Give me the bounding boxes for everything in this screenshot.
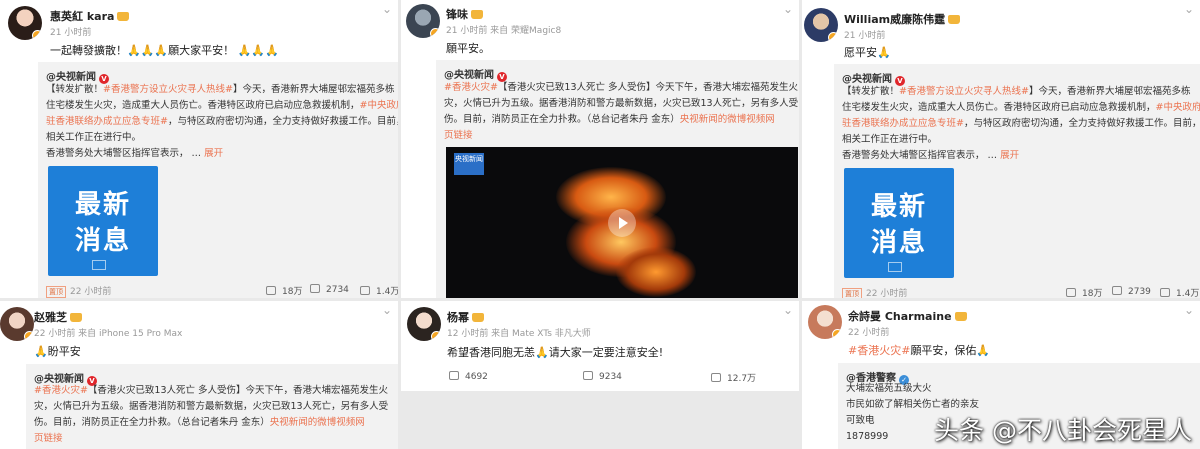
like-icon: [1160, 288, 1170, 297]
video-label: 央视新闻: [454, 153, 484, 175]
repost-time: 置顶 22 小时前: [842, 286, 907, 298]
comment-icon: [583, 371, 593, 380]
repost-box: @央视新闻 V #香港火灾#【香港火灾已致13人死亡 多人受伤】今天下午，香港大埔…: [436, 60, 799, 298]
post-time: 21 小时前 来自 荣耀Magic8: [446, 26, 562, 36]
crown-icon: [70, 313, 82, 322]
post-time: 22 小时前 来自 iPhone 15 Pro Max: [34, 329, 183, 339]
username[interactable]: 杨幂: [447, 309, 484, 325]
video-link[interactable]: 央视新闻的微博视频: [270, 417, 356, 428]
post-text: 一起轉發擴散！🙏🙏🙏願大家平安！ 🙏🙏🙏: [50, 44, 279, 57]
stat-repost[interactable]: 4692: [449, 371, 488, 382]
repost-box: @央视新闻 V 【转发扩散！#香港警方设立火灾寻人热线#】今天，香港新界大埔屋邨宏…: [834, 64, 1200, 298]
post-text: #香港火灾#願平安，保佑🙏: [848, 344, 991, 357]
crown-icon: [471, 10, 483, 19]
post-time: 22 小时前: [848, 328, 890, 338]
post-time: 21 小时前: [50, 28, 92, 38]
repost-text: 【转发扩散！#香港警方设立火灾寻人热线#】今天，香港新界大埔屋邨宏福苑多栋 住宅…: [842, 86, 1200, 161]
repost-time: 置顶 22 小时前: [46, 284, 111, 298]
post-text: 希望香港同胞无恙🙏请大家一定要注意安全!: [447, 346, 664, 359]
stat-like[interactable]: 1.4万: [360, 284, 398, 297]
post-card-4: 赵雅芝 22 小时前 来自 iPhone 15 Pro Max ⌄ 🙏盼平安 @…: [0, 301, 398, 449]
post-time: 21 小时前: [844, 31, 886, 41]
username[interactable]: William威廉陈伟霆: [844, 11, 961, 27]
hashtag-link[interactable]: #香港火灾#: [848, 344, 910, 357]
repost-box: @央视新闻 V 【转发扩散！#香港警方设立火灾寻人热线#】今天，香港新界大埔屋邨宏…: [38, 62, 398, 298]
post-text: 愿平安🙏: [844, 46, 891, 59]
share-icon: [266, 286, 276, 295]
crown-icon: [954, 312, 967, 321]
post-card-1: 惠英紅 kara 21 小时前 ⌄ 一起轉發擴散！🙏🙏🙏願大家平安！ 🙏🙏🙏 @…: [0, 0, 398, 298]
news-thumbnail[interactable]: 最新 消息: [844, 168, 954, 278]
chevron-down-icon[interactable]: ⌄: [1184, 2, 1194, 16]
stat-like[interactable]: 12.7万: [711, 371, 756, 384]
chevron-down-icon[interactable]: ⌄: [382, 2, 392, 16]
expand-link[interactable]: 展开: [204, 148, 223, 159]
stat-comment[interactable]: 2734: [310, 284, 349, 295]
stat-repost[interactable]: 18万: [266, 284, 302, 297]
share-icon: [449, 371, 459, 380]
web-link[interactable]: 页链接: [34, 433, 63, 444]
username[interactable]: 锋味: [446, 6, 483, 22]
avatar[interactable]: [8, 6, 42, 40]
video-player[interactable]: 央视新闻: [446, 147, 798, 298]
repost-text: #香港火灾#【香港火灾已致13人死亡 多人受伤】今天下午，香港大埔宏福苑发生火 …: [34, 385, 389, 444]
post-card-2: 锋味 21 小时前 来自 荣耀Magic8 ⌄ 願平安。 @央视新闻 V #香港火…: [401, 0, 799, 298]
post-card-3: William威廉陈伟霆 21 小时前 ⌄ 愿平安🙏 @央视新闻 V 【转发扩散！…: [802, 0, 1200, 298]
crown-icon: [472, 313, 484, 322]
username[interactable]: 赵雅芝: [34, 309, 82, 325]
like-icon: [711, 373, 721, 382]
post-card-5: 杨幂 12 小时前 来自 Mate XTs 非凡大师 ⌄ 希望香港同胞无恙🙏请大…: [401, 301, 799, 391]
comment-icon: [1112, 286, 1122, 295]
chevron-down-icon[interactable]: ⌄: [382, 303, 392, 317]
avatar[interactable]: [804, 8, 838, 42]
web-link[interactable]: 页链接: [444, 130, 473, 141]
post-text: 🙏盼平安: [34, 345, 81, 358]
post-text: 願平安。: [446, 42, 490, 55]
chevron-down-icon[interactable]: ⌄: [1184, 303, 1194, 317]
crown-icon: [117, 12, 130, 21]
play-icon[interactable]: [608, 209, 636, 237]
chevron-down-icon[interactable]: ⌄: [783, 303, 793, 317]
comment-icon: [310, 284, 320, 293]
post-time: 12 小时前 来自 Mate XTs 非凡大师: [447, 329, 591, 339]
crown-icon: [948, 15, 961, 24]
avatar[interactable]: [406, 4, 440, 38]
stat-repost[interactable]: 18万: [1066, 286, 1102, 298]
stat-comment[interactable]: 2739: [1112, 286, 1151, 297]
repost-box: @央视新闻 V #香港火灾#【香港火灾已致13人死亡 多人受伤】今天下午，香港大埔…: [26, 364, 398, 449]
stat-like[interactable]: 1.4万: [1160, 286, 1199, 298]
avatar[interactable]: [407, 307, 441, 341]
username[interactable]: 佘詩曼 Charmaine: [848, 308, 967, 324]
expand-link[interactable]: 展开: [1000, 150, 1019, 161]
news-thumbnail[interactable]: 最新 消息: [48, 166, 158, 276]
like-icon: [360, 286, 370, 295]
stat-comment[interactable]: 9234: [583, 371, 622, 382]
username[interactable]: 惠英紅 kara: [50, 8, 130, 24]
repost-text: #香港火灾#【香港火灾已致13人死亡 多人受伤】今天下午，香港大埔宏福苑发生火 …: [444, 82, 799, 141]
watermark: 头条 @不八卦会死星人: [934, 416, 1192, 445]
avatar[interactable]: [0, 307, 34, 341]
repost-text: 【转发扩散！#香港警方设立火灾寻人热线#】今天，香港新界大埔屋邨宏福苑多栋 住宅…: [46, 84, 398, 159]
share-icon: [1066, 288, 1076, 297]
video-link[interactable]: 央视新闻的微博视频: [680, 114, 766, 125]
avatar[interactable]: [808, 305, 842, 339]
chevron-down-icon[interactable]: ⌄: [783, 2, 793, 16]
